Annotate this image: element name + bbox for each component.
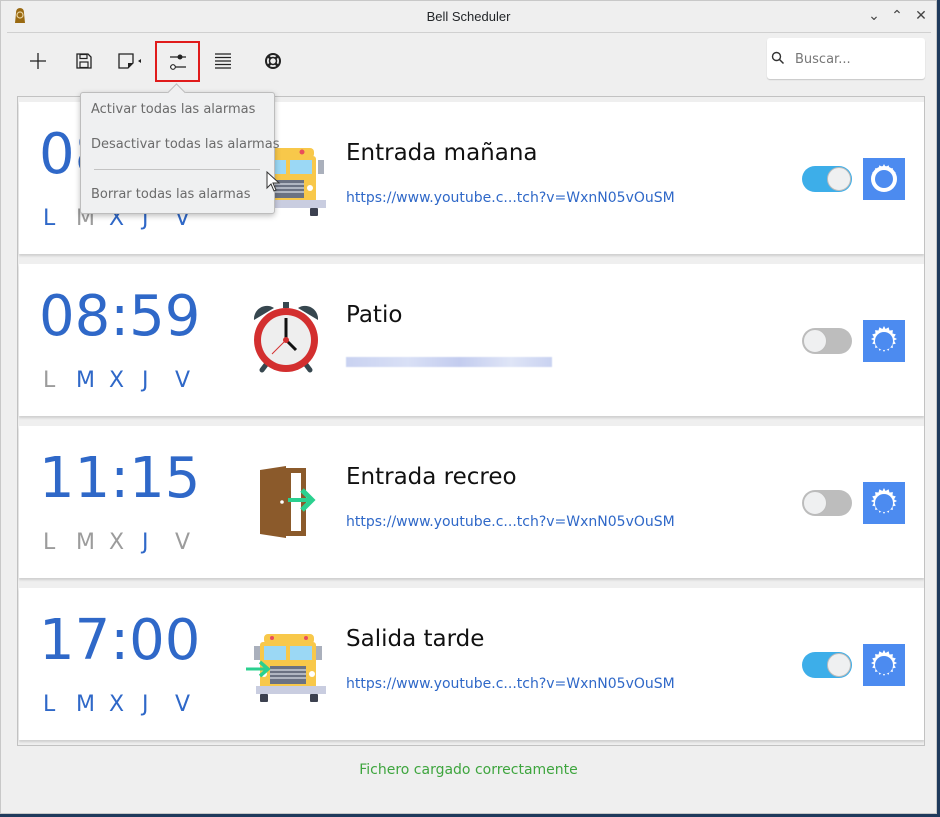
alarm-settings-gear-button[interactable] [863, 482, 905, 524]
new-file-button[interactable] [108, 41, 152, 81]
day-x: X [109, 692, 125, 717]
alarm-url-link[interactable]: https://www.youtube.c...tch?v=WxnN05vOuS… [346, 676, 675, 692]
alarm-days: LMXJ V [43, 692, 208, 717]
toggle-knob [827, 653, 851, 677]
alarm-time: 17:00 [39, 608, 201, 673]
alarm-settings-gear-button[interactable] [863, 320, 905, 362]
list-view-button[interactable] [201, 41, 245, 81]
alarm-url-blurred[interactable] [346, 357, 552, 367]
day-v: V [175, 368, 191, 393]
maximize-button[interactable]: ⌃ [888, 7, 906, 25]
alarm-name: Salida tarde [346, 626, 485, 652]
day-j: J [142, 530, 149, 555]
alarm-name: Entrada recreo [346, 464, 517, 490]
window-title: Bell Scheduler [426, 9, 511, 24]
mouse-cursor-icon [266, 171, 281, 192]
day-v: V [175, 530, 191, 555]
alarm-name: Patio [346, 302, 403, 328]
alarm-settings-gear-button[interactable] [863, 644, 905, 686]
day-j: J [142, 692, 149, 717]
floppy-icon [76, 53, 92, 69]
alarm-time: 11:15 [39, 446, 201, 511]
alarm-card: 17:00 LMXJ V Salida tarde https://www.you… [19, 588, 924, 740]
toggle-knob [827, 167, 851, 191]
alarm-settings-button[interactable] [155, 41, 200, 82]
menu-item-deactivate-all[interactable]: Desactivar todas las alarmas [91, 137, 279, 152]
sliders-icon [169, 54, 186, 70]
alarm-card: 11:15 LMXJ V Entrada recreo https://www.y… [19, 426, 924, 578]
alarm-days: LMXJ V [43, 368, 208, 393]
alarm-time: 08:59 [39, 284, 201, 349]
day-x: X [109, 530, 125, 555]
day-l: L [43, 206, 56, 231]
alarm-url-link[interactable]: https://www.youtube.c...tch?v=WxnN05vOuS… [346, 190, 675, 206]
day-l: L [43, 692, 56, 717]
toggle-knob [803, 329, 827, 353]
gear-icon [871, 164, 897, 192]
help-button[interactable] [251, 41, 295, 81]
lifebuoy-icon [265, 53, 281, 69]
alarm-card: 08:59 LMXJ V Patio [19, 264, 924, 416]
app-window: Bell Scheduler ⌄ ⌃ ✕ 08:00 LMXJV [0, 0, 937, 814]
add-alarm-button[interactable] [16, 41, 60, 81]
alarm-enable-toggle[interactable] [802, 328, 852, 354]
menu-item-delete-all[interactable]: Borrar todas las alarmas [91, 187, 251, 202]
minimize-button[interactable]: ⌄ [865, 7, 883, 25]
alarm-name: Entrada mañana [346, 140, 538, 166]
day-m: M [76, 530, 95, 555]
school-bus-arrow-icon [246, 634, 326, 702]
alarm-enable-toggle[interactable] [802, 652, 852, 678]
status-message: Fichero cargado correctamente [359, 762, 578, 778]
alarm-enable-toggle[interactable] [802, 166, 852, 192]
search-input[interactable] [793, 48, 921, 70]
lines-icon [215, 53, 231, 69]
plus-icon [30, 53, 46, 69]
day-m: M [76, 692, 95, 717]
toggle-knob [803, 491, 827, 515]
alarm-url-link[interactable]: https://www.youtube.c...tch?v=WxnN05vOuS… [346, 514, 675, 530]
alarm-days: LMXJ V [43, 530, 208, 555]
save-button[interactable] [62, 41, 106, 81]
titlebar: Bell Scheduler ⌄ ⌃ ✕ [1, 1, 936, 32]
alarm-clock-icon [253, 302, 319, 373]
day-x: X [109, 368, 125, 393]
search-box[interactable] [767, 38, 925, 79]
day-l: L [43, 530, 56, 555]
menu-item-activate-all[interactable]: Activar todas las alarmas [91, 102, 255, 117]
menu-separator [94, 169, 260, 170]
alarm-actions-menu: Activar todas las alarmas Desactivar tod… [80, 92, 279, 214]
search-icon [771, 51, 785, 65]
gear-icon [871, 488, 897, 514]
door-enter-icon [260, 466, 316, 538]
alarm-enable-toggle[interactable] [802, 490, 852, 516]
close-button[interactable]: ✕ [912, 7, 930, 25]
alarm-settings-gear-button[interactable] [863, 158, 905, 200]
gear-icon [871, 650, 897, 676]
gear-icon [871, 326, 897, 352]
document-menu-icon [118, 53, 141, 69]
day-l: L [43, 368, 56, 393]
day-j: J [142, 368, 149, 393]
day-v: V [175, 692, 191, 717]
day-m: M [76, 368, 95, 393]
